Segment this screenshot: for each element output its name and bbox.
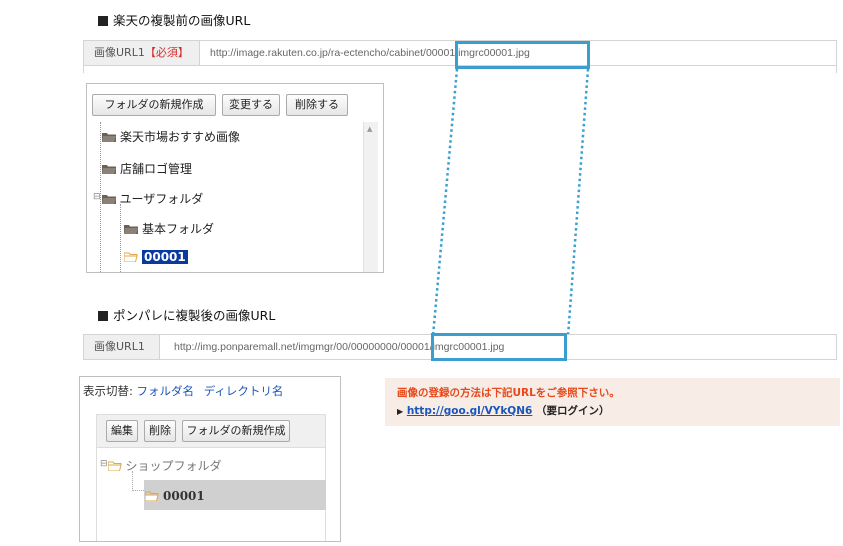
delete-button[interactable]: 削除: [144, 420, 176, 442]
collapse-icon[interactable]: ⊟: [93, 192, 101, 202]
tree-line: [120, 204, 121, 272]
square-bullet-icon: [98, 311, 108, 321]
rename-button[interactable]: 変更する: [222, 94, 280, 116]
folder-icon: [101, 195, 116, 204]
tree-item-basic-folder[interactable]: 基本フォルダ: [124, 221, 214, 237]
tree-item-00001-label: 00001: [145, 488, 205, 504]
collapse-icon[interactable]: ⊟: [100, 459, 108, 469]
tree-line: [132, 490, 144, 491]
connector-dotted-lines: [431, 68, 590, 337]
scrollbar[interactable]: ▲: [363, 122, 378, 272]
ponpare-folder-panel: 表示切替: フォルダ名 ディレクトリ名 編集 削除 フォルダの新規作成 ⊟ ショッ…: [79, 376, 341, 542]
tree-item-rakuten-recommended[interactable]: 楽天市場おすすめ画像: [102, 129, 240, 145]
highlight-box-ponpare-path: [431, 333, 567, 361]
arrow-right-icon: ▶: [397, 407, 404, 416]
rakuten-url-label: 画像URL1【必須】: [84, 41, 200, 65]
folder-icon: [102, 133, 116, 142]
help-link[interactable]: http://goo.gl/VYkQN6: [407, 405, 533, 417]
folder-icon: [124, 225, 138, 234]
edit-button[interactable]: 編集: [106, 420, 138, 442]
rakuten-folder-panel: フォルダの新規作成 変更する 削除する 楽天市場おすすめ画像 店舗ロゴ管理 ⊟ ユ…: [86, 83, 384, 273]
ponpare-section-heading: ポンパレに複製後の画像URL: [98, 305, 275, 324]
ponpare-url-label: 画像URL1: [84, 335, 160, 359]
new-folder-button[interactable]: フォルダの新規作成: [92, 94, 216, 116]
open-folder-icon: [145, 491, 159, 501]
tree-item-shop-folder[interactable]: ⊟ ショップフォルダ: [100, 456, 222, 474]
tree-item-00001-selected[interactable]: 00001: [124, 249, 188, 265]
display-toggle: 表示切替: フォルダ名 ディレクトリ名: [83, 384, 284, 398]
toggle-directory-name[interactable]: ディレクトリ名: [204, 384, 284, 398]
rakuten-section-heading: 楽天の複製前の画像URL: [98, 10, 250, 29]
open-folder-icon: [107, 461, 122, 471]
highlight-box-rakuten-path: [455, 41, 590, 69]
tree-item-shop-logo[interactable]: 店舗ロゴ管理: [102, 161, 192, 177]
toggle-folder-name[interactable]: フォルダ名: [137, 384, 195, 398]
info-link-row: ▶ http://goo.gl/VYkQN6 （要ログイン）: [397, 403, 609, 418]
login-required-note: （要ログイン）: [535, 405, 610, 417]
folder-icon: [102, 165, 116, 174]
open-folder-icon: [124, 252, 138, 262]
tree-line: [132, 471, 133, 491]
new-folder-button[interactable]: フォルダの新規作成: [182, 420, 290, 442]
tree-item-user-folder[interactable]: ⊟ ユーザフォルダ: [93, 189, 203, 207]
square-bullet-icon: [98, 16, 108, 26]
info-box: 画像の登録の方法は下記URLをご参照下さい。 ▶ http://goo.gl/V…: [385, 378, 840, 426]
info-title: 画像の登録の方法は下記URLをご参照下さい。: [397, 387, 620, 399]
scroll-up-icon[interactable]: ▲: [367, 125, 372, 133]
required-badge: 【必須】: [144, 46, 189, 59]
delete-button[interactable]: 削除する: [286, 94, 348, 116]
